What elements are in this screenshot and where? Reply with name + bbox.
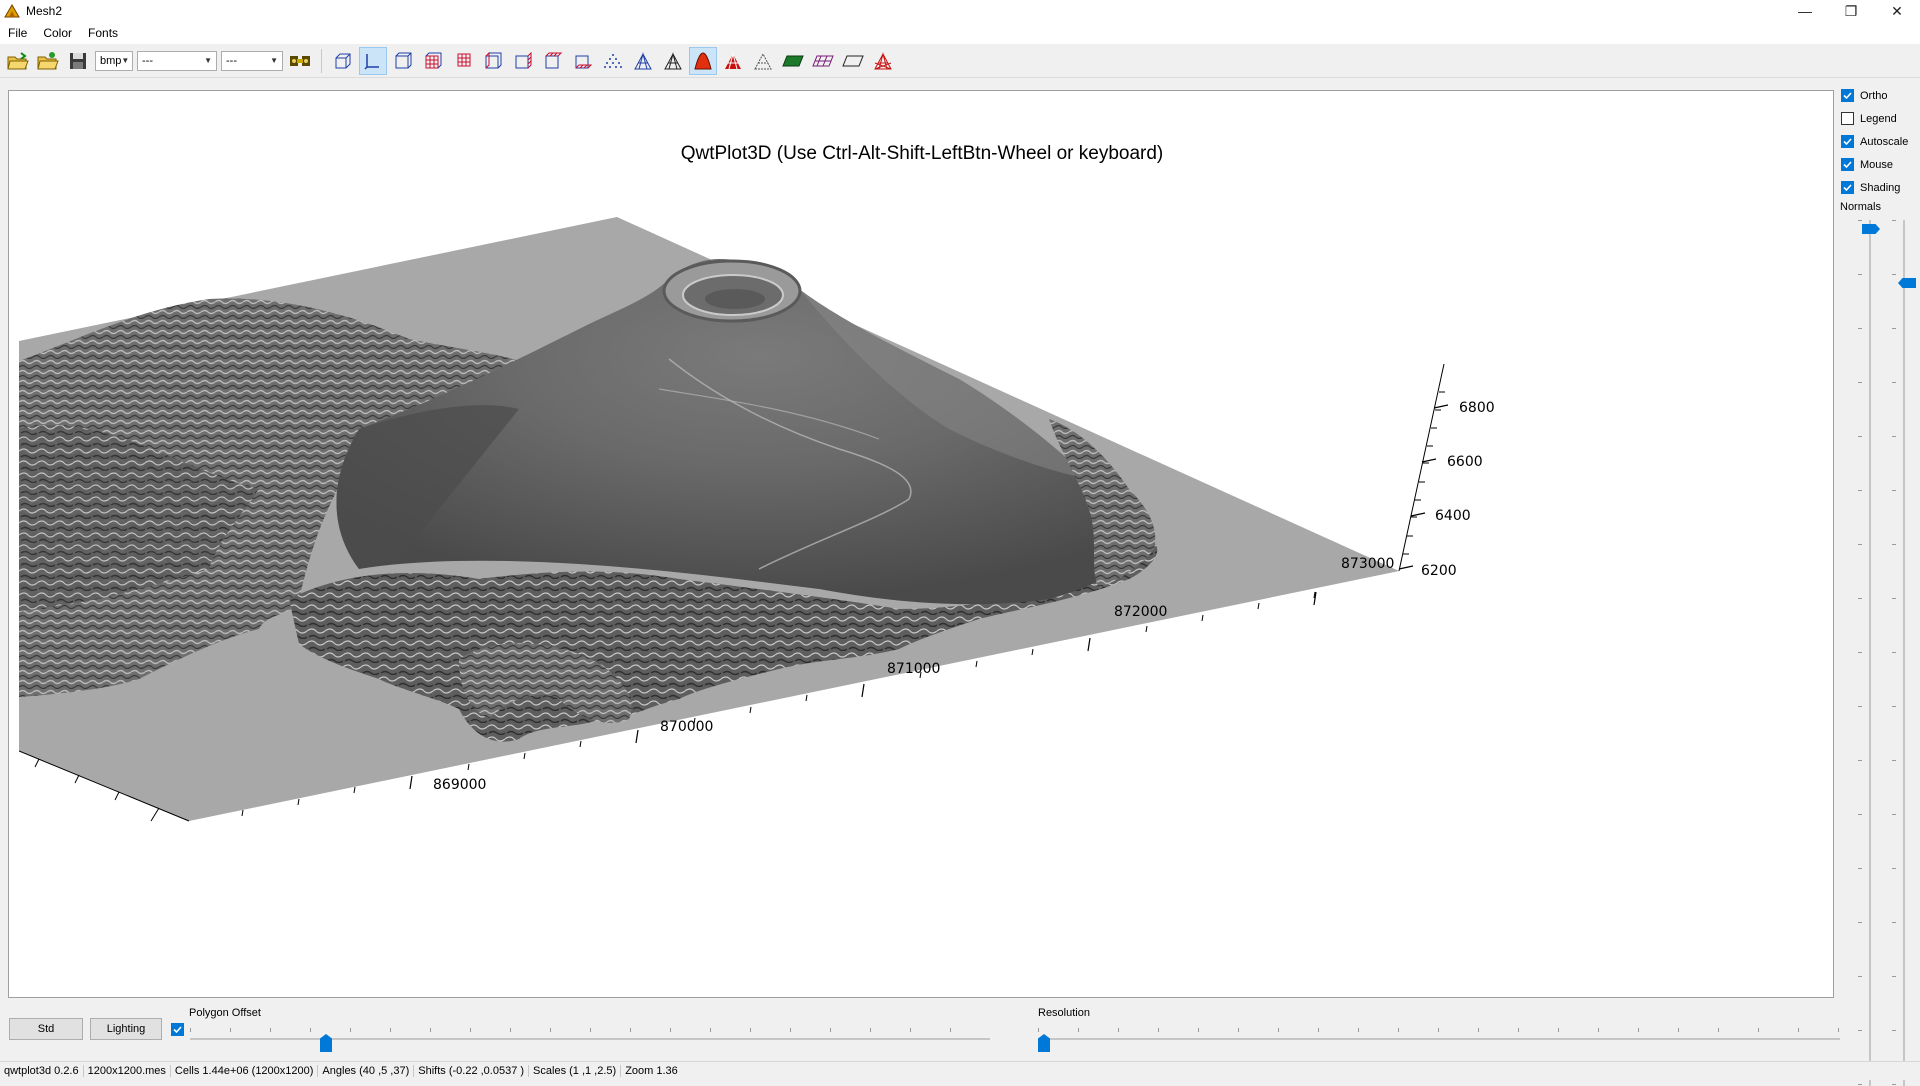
status-shifts: Shifts (-0.22 ,0.0537 )	[414, 1065, 530, 1077]
floor-mesh-icon[interactable]	[809, 47, 837, 75]
check-icon	[1841, 158, 1854, 171]
x-tick-label: 871000	[887, 661, 940, 677]
menu-file[interactable]: File	[0, 26, 35, 40]
chevron-down-icon: ▼	[204, 56, 212, 65]
ortho-label: Ortho	[1860, 89, 1888, 102]
filled-icon[interactable]	[719, 47, 747, 75]
menu-fonts[interactable]: Fonts	[80, 26, 126, 40]
floor-data-icon[interactable]	[779, 47, 807, 75]
plot-view[interactable]: 6200 6400 6600 6800 869000 870000 871000…	[8, 90, 1834, 998]
format-combo[interactable]: bmp ▼	[95, 50, 133, 71]
status-cells: Cells 1.44e+06 (1200x1200)	[171, 1065, 319, 1077]
status-bar: qwtplot3d 0.2.6 1200x1200.mes Cells 1.44…	[0, 1061, 1920, 1080]
option-combo-1[interactable]: --- ▼	[137, 50, 217, 71]
option-combo-2[interactable]: --- ▼	[221, 50, 283, 71]
menu-bar: File Color Fonts	[0, 22, 1920, 44]
toolbar: bmp ▼ --- ▼ --- ▼	[0, 44, 1920, 78]
grid-left-icon[interactable]	[479, 47, 507, 75]
menu-color[interactable]: Color	[35, 26, 80, 40]
status-scales: Scales (1 ,1 ,2.5)	[529, 1065, 622, 1077]
minimize-button[interactable]: —	[1782, 0, 1828, 22]
z-axis	[1398, 363, 1445, 572]
open-mesh-icon[interactable]	[34, 47, 62, 75]
z-tick-label: 6200	[1421, 563, 1457, 579]
grid-right-icon[interactable]	[509, 47, 537, 75]
legend-label: Legend	[1860, 112, 1897, 125]
mouse-label: Mouse	[1860, 158, 1894, 171]
surface-plot[interactable]: 6200 6400 6600 6800 869000 870000 871000…	[19, 99, 1825, 991]
filled-mesh-icon[interactable]	[689, 46, 717, 75]
floor-iso-icon[interactable]	[749, 47, 777, 75]
check-icon	[1841, 181, 1854, 194]
mouse-checkbox[interactable]: Mouse	[1840, 153, 1920, 176]
frame-axes-icon[interactable]	[359, 46, 387, 75]
hidden-line-icon[interactable]	[659, 47, 687, 75]
wireframe-icon[interactable]	[629, 47, 657, 75]
polygon-offset-slider[interactable]	[190, 1026, 992, 1056]
status-version: qwtplot3d 0.2.6	[0, 1065, 84, 1077]
z-axis-major-ticks	[1398, 404, 1449, 570]
normals-slider-thumb[interactable]	[1862, 224, 1880, 234]
grid-front-icon[interactable]	[419, 47, 447, 75]
x-tick-label: 873000	[1341, 556, 1394, 572]
x-tick-label: 869000	[433, 777, 486, 793]
crater-floor	[705, 289, 765, 309]
restore-button[interactable]: ❐	[1828, 0, 1874, 22]
z-axis-minor-ticks	[1403, 391, 1445, 555]
close-button[interactable]: ✕	[1874, 0, 1920, 22]
autoscale-label: Autoscale	[1860, 135, 1909, 148]
autoscale-checkbox[interactable]: Autoscale	[1840, 130, 1920, 153]
bottom-controls: Std Lighting Polygon Offset Resolution	[0, 1000, 1920, 1058]
ortho-checkbox[interactable]: Ortho	[1840, 84, 1920, 107]
polygon-offset-checkbox[interactable]	[171, 1023, 184, 1036]
resolution-slider[interactable]	[1038, 1026, 1842, 1056]
normals-icon[interactable]	[869, 47, 897, 75]
unchecked-box	[1841, 112, 1854, 125]
x-tick-label: 870000	[660, 719, 713, 735]
open-file-icon[interactable]	[4, 47, 32, 75]
side-panel: Ortho Legend Autoscale Mouse Shading Nor…	[1840, 84, 1920, 1086]
z-tick-label: 6800	[1459, 400, 1495, 416]
check-icon	[1841, 135, 1854, 148]
plot-title: QwtPlot3D (Use Ctrl-Alt-Shift-LeftBtn-Wh…	[680, 143, 1164, 164]
app-icon	[4, 4, 20, 18]
resolution-thumb[interactable]	[1038, 1034, 1050, 1052]
polygon-offset-thumb[interactable]	[320, 1034, 332, 1052]
title-bar: Mesh2 — ❐ ✕	[0, 0, 1920, 22]
chevron-down-icon: ▼	[121, 56, 130, 65]
grid-ceil-icon[interactable]	[539, 47, 567, 75]
legend-checkbox[interactable]: Legend	[1840, 107, 1920, 130]
normals-label: Normals	[1840, 201, 1881, 213]
toolbar-separator	[321, 48, 322, 73]
lighting-button[interactable]: Lighting	[90, 1018, 162, 1040]
movie-icon[interactable]	[286, 47, 314, 75]
frame-box-icon[interactable]	[329, 47, 357, 75]
grid-floor-icon[interactable]	[569, 47, 597, 75]
grid-back-icon[interactable]	[449, 47, 477, 75]
z-tick-label: 6400	[1435, 508, 1471, 524]
normals-slider[interactable]	[1858, 220, 1882, 1086]
grid-none-icon[interactable]	[389, 47, 417, 75]
status-file: 1200x1200.mes	[84, 1065, 171, 1077]
polygon-offset-label: Polygon Offset	[189, 1007, 261, 1019]
std-button[interactable]: Std	[9, 1018, 83, 1040]
resolution-label: Resolution	[1038, 1007, 1090, 1019]
x-tick-label: 872000	[1114, 604, 1167, 620]
zoom-slider-thumb[interactable]	[1898, 278, 1916, 288]
points-icon[interactable]	[599, 47, 627, 75]
status-zoom: Zoom 1.36	[625, 1065, 678, 1077]
check-icon	[1841, 89, 1854, 102]
status-angles: Angles (40 ,5 ,37)	[318, 1065, 415, 1077]
chevron-down-icon: ▼	[270, 56, 278, 65]
shading-label: Shading	[1860, 181, 1901, 194]
zoom-slider[interactable]	[1892, 220, 1916, 1086]
shading-checkbox[interactable]: Shading	[1840, 176, 1920, 199]
save-icon[interactable]	[64, 47, 92, 75]
floor-none-icon[interactable]	[839, 47, 867, 75]
z-tick-label: 6600	[1447, 454, 1483, 470]
window-title: Mesh2	[26, 4, 63, 18]
